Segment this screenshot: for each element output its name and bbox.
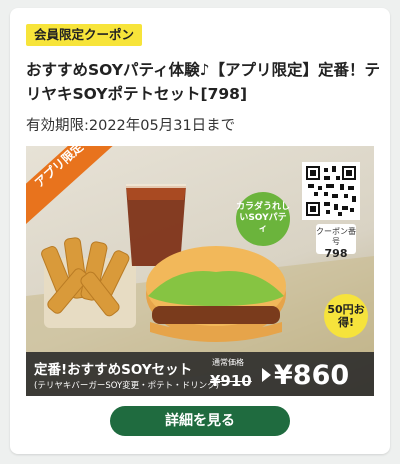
coupon-banner-image: アプリ限定 クーポン番号 798 カラダうれしいSOYパティ 50円お得! 定番…: [26, 146, 374, 396]
arrow-right-icon: [262, 368, 271, 382]
sale-price: ¥860: [274, 360, 350, 391]
coupon-number-label: クーポン番号: [316, 227, 356, 246]
price-band: 定番!おすすめSOYセット (テリヤキバーガーSOY変更・ポテト・ドリンク) 通…: [26, 352, 374, 396]
regular-price: ¥910: [210, 372, 252, 390]
coupon-number: 798: [324, 247, 348, 260]
soy-patty-badge: カラダうれしいSOYパティ: [236, 192, 290, 246]
discount-badge: 50円お得!: [324, 294, 368, 338]
set-contents: (テリヤキバーガーSOY変更・ポテト・ドリンク): [34, 381, 219, 391]
set-name: 定番!おすすめSOYセット: [34, 362, 193, 378]
members-only-badge: 会員限定クーポン: [26, 24, 143, 46]
expiry-date: 有効期限:2022年05月31日まで: [26, 118, 236, 134]
coupon-number-box: クーポン番号 798: [316, 224, 356, 259]
coupon-card: 会員限定クーポン おすすめSOYパティ体験♪【アプリ限定】定番！テリヤキSOYポ…: [10, 8, 390, 454]
coupon-title: おすすめSOYパティ体験♪【アプリ限定】定番！テリヤキSOYポテトセット[798…: [26, 61, 380, 103]
details-button[interactable]: 詳細を見る: [110, 406, 290, 436]
regular-price-label: 通常価格: [212, 358, 244, 367]
qr-code: [302, 162, 360, 220]
